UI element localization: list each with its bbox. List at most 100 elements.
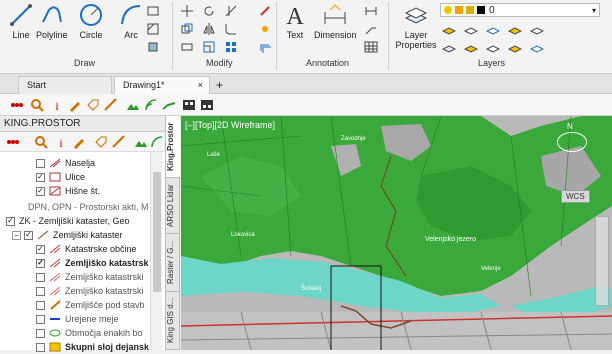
stretch-icon[interactable] <box>180 40 194 54</box>
new-tab-button[interactable]: + <box>216 78 223 92</box>
tag-icon[interactable] <box>94 135 108 149</box>
layer-tool-icon[interactable] <box>530 40 544 54</box>
checkbox[interactable]: ✓ <box>6 216 15 226</box>
layer-tool-icon[interactable] <box>508 40 522 54</box>
region-icon[interactable] <box>146 40 160 54</box>
tree-item[interactable]: ✓ Ulice <box>36 170 85 184</box>
measure-icon[interactable] <box>112 135 126 149</box>
pencil-icon[interactable] <box>68 98 82 112</box>
layer-tool-icon[interactable] <box>442 40 456 54</box>
view-cube[interactable]: N <box>547 122 597 162</box>
tree-item[interactable]: Zemljiško katastrski <box>36 270 144 284</box>
compass-ring[interactable] <box>557 132 587 152</box>
tree-item[interactable]: Urejene meje <box>36 312 119 326</box>
checkbox[interactable]: ✓ <box>36 244 45 254</box>
tab-start[interactable]: Start <box>18 76 112 94</box>
zoom-icon[interactable] <box>34 135 48 149</box>
leader-icon[interactable] <box>364 22 378 36</box>
polyline-tool[interactable]: Polyline <box>36 2 68 40</box>
signal-icon[interactable] <box>144 98 158 112</box>
modify-panel-title[interactable]: Modify <box>206 58 233 68</box>
layers-panel-title[interactable]: Layers <box>478 58 505 68</box>
navigation-bar[interactable] <box>595 216 609 306</box>
checkbox[interactable] <box>36 158 45 168</box>
signal-icon[interactable] <box>150 135 164 149</box>
fillet-icon[interactable] <box>224 22 238 36</box>
wcs-button[interactable]: WCS <box>561 190 590 203</box>
tree-item[interactable]: ✓ Katastrske občine <box>36 242 137 256</box>
arc-tool[interactable]: Arc <box>118 2 144 40</box>
layer-tool-icon[interactable] <box>530 22 544 36</box>
measure-icon[interactable] <box>104 98 118 112</box>
scale-icon[interactable] <box>202 40 216 54</box>
tree-item[interactable]: Naselja <box>36 156 95 170</box>
tab-arso-lidar[interactable]: ARSO Lidar <box>166 178 180 234</box>
dots-icon[interactable] <box>6 135 20 149</box>
checkbox[interactable] <box>36 286 45 296</box>
dimension-tool[interactable]: Dimension <box>314 2 357 40</box>
checkbox[interactable] <box>36 314 45 324</box>
erase-icon[interactable] <box>258 4 272 18</box>
tab-king-gis[interactable]: King GIS d... <box>166 292 180 350</box>
layer-tool-icon[interactable] <box>486 40 500 54</box>
panel-scrollbar[interactable] <box>150 152 162 350</box>
scrollbar-thumb[interactable] <box>153 172 161 292</box>
tree-group[interactable]: DPN, OPN - Prostorski akti, M <box>28 200 149 214</box>
layer-properties-tool[interactable]: Layer Properties <box>394 2 438 50</box>
trim-icon[interactable] <box>224 4 238 18</box>
text-tool[interactable]: A Text <box>282 2 308 40</box>
linear-dim-icon[interactable] <box>364 4 378 18</box>
zoom-icon[interactable] <box>30 98 44 112</box>
checkbox[interactable] <box>36 272 45 282</box>
checkbox[interactable]: ✓ <box>24 230 33 240</box>
layer-tool-icon[interactable] <box>486 22 500 36</box>
info-icon[interactable]: i <box>54 135 68 149</box>
view-label[interactable]: [–][Top][2D Wireframe] <box>185 120 275 130</box>
explode-icon[interactable] <box>258 22 272 36</box>
checkbox[interactable]: ✓ <box>36 172 45 182</box>
collapse-icon[interactable]: − <box>12 230 21 240</box>
tab-drawing1[interactable]: Drawing1* × <box>114 76 210 94</box>
layer-tool-icon[interactable] <box>442 22 456 36</box>
tag-icon[interactable] <box>86 98 100 112</box>
offset-icon[interactable] <box>258 40 272 54</box>
rectangle-icon[interactable] <box>146 4 160 18</box>
circle-tool[interactable]: Circle <box>78 2 104 40</box>
copy-icon[interactable] <box>180 22 194 36</box>
profile-icon[interactable] <box>162 98 176 112</box>
info-icon[interactable]: i <box>50 98 64 112</box>
checkbox[interactable] <box>36 300 45 310</box>
tree-item[interactable]: Zemljišče pod stavb <box>36 298 145 312</box>
checkbox[interactable]: ✓ <box>36 186 45 196</box>
pencil-icon[interactable] <box>72 135 86 149</box>
layer-tool-icon[interactable] <box>464 40 478 54</box>
layer-dropdown[interactable]: 0 ▾ <box>440 3 600 17</box>
tree-group[interactable]: − ✓ Zemljiški kataster <box>12 228 123 242</box>
tree-item[interactable]: Skupni sloj dejansk <box>36 340 149 354</box>
tree-item[interactable]: Zemljiško katastrski <box>36 284 144 298</box>
layer-tool-icon[interactable] <box>464 22 478 36</box>
move-icon[interactable] <box>180 4 194 18</box>
terrain-icon[interactable] <box>134 135 148 149</box>
tab-raster[interactable]: Raster / G... <box>166 234 180 292</box>
tree-group[interactable]: ✓ ZK - Zemljiški kataster, Geo <box>6 214 130 228</box>
terrain-icon[interactable] <box>126 98 140 112</box>
grid-icon[interactable] <box>200 98 214 112</box>
mirror-icon[interactable] <box>202 22 216 36</box>
tree-item[interactable]: ✓ Zemljiško katastrsk <box>36 256 149 270</box>
checkbox[interactable]: ✓ <box>36 258 45 268</box>
rotate-icon[interactable] <box>202 4 216 18</box>
array-icon[interactable] <box>224 40 238 54</box>
dots-icon[interactable] <box>10 98 24 112</box>
table-icon[interactable] <box>364 40 378 54</box>
tree-item[interactable]: ✓ Hišne št. <box>36 184 100 198</box>
hatch-icon[interactable] <box>146 22 160 36</box>
tree-item[interactable]: Območja enakih bo <box>36 326 143 340</box>
annotation-panel-title[interactable]: Annotation <box>306 58 349 68</box>
checkbox[interactable] <box>36 328 45 338</box>
tab-king-prostor[interactable]: King.Prostor <box>166 116 180 178</box>
checkbox[interactable] <box>36 342 45 352</box>
draw-panel-title[interactable]: Draw <box>74 58 95 68</box>
map-viewport[interactable]: [–][Top][2D Wireframe] Velenjsko jezero … <box>181 116 612 350</box>
grid-icon[interactable] <box>182 98 196 112</box>
